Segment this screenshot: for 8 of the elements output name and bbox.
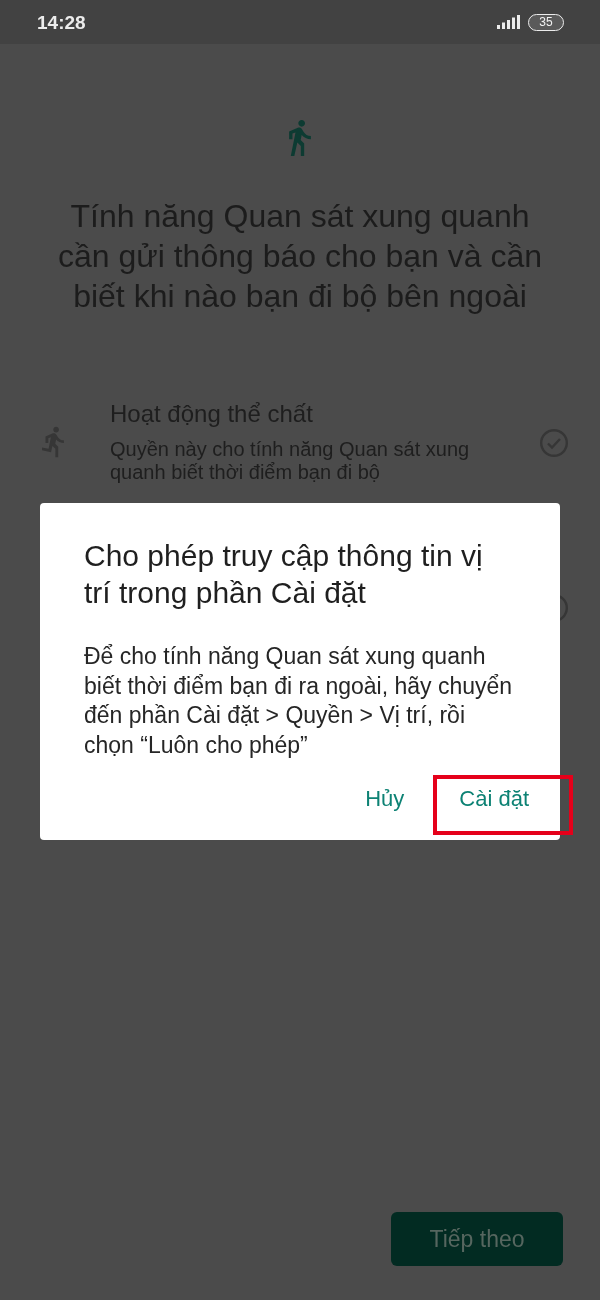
dialog-message: Để cho tính năng Quan sát xung quanh biết thời điểm bạn đi ra ngoài, hãy chuyển đến phần Cài đặt > Quyền > Vị trí, rồi chọn “Luôn cho phép” bbox=[84, 642, 514, 760]
dialog-title: Cho phép truy cập thông tin vị trí trong phần Cài đặt bbox=[84, 538, 484, 611]
battery-indicator: 35 bbox=[528, 13, 564, 31]
walking-person-icon bbox=[289, 120, 311, 156]
dialog-button[interactable]: Cài đặt bbox=[451, 778, 537, 818]
signal-icon bbox=[497, 15, 520, 29]
dialog-button[interactable]: Hủy bbox=[357, 778, 413, 818]
status-time: 14:28 bbox=[37, 12, 86, 32]
